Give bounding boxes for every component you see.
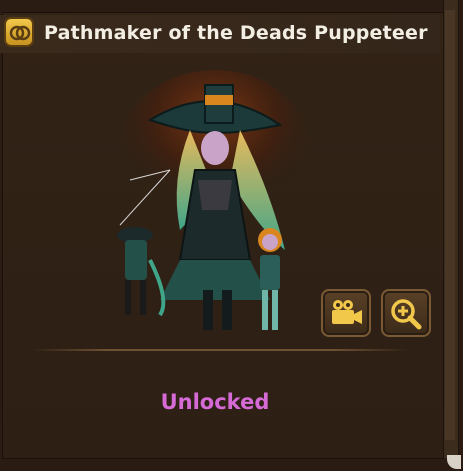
- status-label: Unlocked: [160, 390, 270, 414]
- video-camera-icon: [332, 300, 362, 324]
- zoom-in-icon: [391, 299, 422, 330]
- video-button[interactable]: [321, 289, 371, 337]
- character-portrait: [110, 60, 320, 335]
- scrollbar-thumb[interactable]: [445, 10, 455, 440]
- unit-detail-window: Pathmaker of the Deads Puppeteer Unlocke…: [0, 0, 463, 471]
- zoom-button[interactable]: [381, 289, 431, 337]
- window-corner: [447, 455, 461, 469]
- page-title: Pathmaker of the Deads Puppeteer: [44, 22, 428, 44]
- gold-unit-icon: [4, 17, 34, 47]
- divider: [30, 349, 410, 351]
